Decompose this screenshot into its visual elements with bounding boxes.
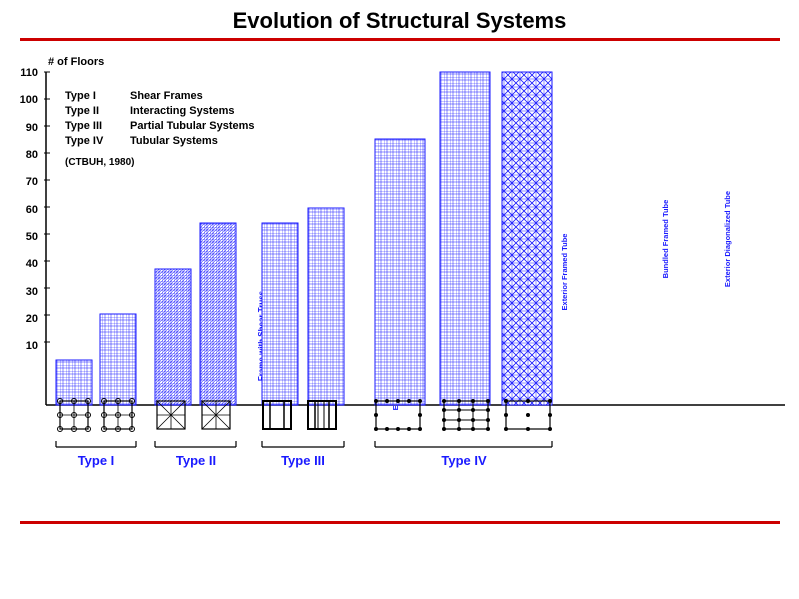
legend-type4-label: Type IV: [65, 135, 104, 147]
fp-ed-d1: [504, 399, 508, 403]
legend-type2-label: Type II: [65, 105, 99, 117]
bar7-label: Exterior Framed Tube: [560, 234, 569, 311]
page: Evolution of Structural Systems # of Flo…: [0, 0, 799, 599]
legend-type1-desc: Shear Frames: [130, 90, 203, 102]
y-tick-10: 10: [26, 340, 38, 352]
bottom-section: Type I Type II Type III Type IV: [0, 393, 799, 524]
fp-bu-d6: [457, 408, 461, 412]
type1-bottom-label: Type I: [78, 453, 115, 468]
y-tick-90: 90: [26, 122, 38, 134]
fp-end-channel1-left: [263, 401, 270, 429]
fp-ed-d7: [504, 427, 508, 431]
bar-frame-shear-truss: [155, 269, 191, 405]
y-tick-50: 50: [26, 231, 38, 243]
fp-ef-d7: [418, 413, 422, 417]
fp-ext-framed-outer: [376, 401, 420, 429]
fp-ef-d10: [396, 427, 400, 431]
fp-bu-d11: [471, 418, 475, 422]
legend-type4-desc: Tubular Systems: [130, 135, 218, 147]
fp-bu-d1: [442, 399, 446, 403]
legend-type2-desc: Interacting Systems: [130, 105, 235, 117]
bar-exterior-framed: [375, 139, 425, 405]
bar-bundled-framed: [440, 72, 490, 405]
y-tick-110: 110: [20, 67, 38, 79]
fp-bu-d10: [457, 418, 461, 422]
fp-ef-d6: [374, 413, 378, 417]
fp-bundled-outer: [444, 401, 488, 429]
floor-plans-svg: Type I Type II Type III Type IV: [0, 393, 799, 513]
legend-note: (CTBUH, 1980): [65, 157, 134, 168]
fp-ef-d1: [374, 399, 378, 403]
fp-ef-d2: [385, 399, 389, 403]
fp-ed-d4: [504, 413, 508, 417]
bar-exterior-diag: [502, 72, 552, 405]
fp-ef-d5: [418, 399, 422, 403]
fp-bu-d13: [442, 427, 446, 431]
fp-ed-d9: [548, 427, 552, 431]
top-red-line: [20, 38, 780, 41]
bar-end-channel-framed: [262, 223, 298, 405]
fp-ef-d4: [407, 399, 411, 403]
page-title: Evolution of Structural Systems: [0, 0, 799, 38]
y-tick-70: 70: [26, 176, 38, 188]
fp-bu-d12: [486, 418, 490, 422]
fp-ec2-mid: [318, 401, 324, 429]
type4-bottom-label: Type IV: [441, 453, 487, 468]
fp-bu-d16: [486, 427, 490, 431]
y-tick-80: 80: [26, 149, 38, 161]
y-tick-40: 40: [26, 258, 38, 270]
fp-end-channel1-outer: [263, 401, 291, 429]
y-axis-label: # of Floors: [48, 56, 104, 68]
bar-end-channel-middle: [308, 208, 344, 405]
fp-bu-d4: [486, 399, 490, 403]
y-tick-100: 100: [20, 94, 38, 106]
fp-end-channel1-right: [284, 401, 291, 429]
legend-type3-label: Type III: [65, 120, 102, 132]
legend-type1-label: Type I: [65, 90, 96, 102]
fp-ef-d8: [374, 427, 378, 431]
fp-ed-d6: [548, 413, 552, 417]
bar-frame-shear-band: [200, 223, 236, 405]
bar9-label: Exterior Diagonalized Tube: [723, 191, 732, 287]
bar8-label: Bundled Framed Tube: [661, 200, 670, 279]
y-tick-60: 60: [26, 204, 38, 216]
bar-rigid-frame: [100, 314, 136, 405]
y-tick-20: 20: [26, 313, 38, 325]
fp-ed-d2: [526, 399, 530, 403]
fp-ef-d12: [418, 427, 422, 431]
bottom-red-line: [20, 521, 780, 524]
fp-ec2-right: [329, 401, 336, 429]
fp-bu-d8: [486, 408, 490, 412]
fp-bu-d15: [471, 427, 475, 431]
chart-svg: # of Floors 110 100 90 80 70 60 50 40 30…: [0, 47, 799, 437]
y-tick-30: 30: [26, 286, 38, 298]
legend-type3-desc: Partial Tubular Systems: [130, 120, 255, 132]
fp-ef-d3: [396, 399, 400, 403]
fp-bu-d5: [442, 408, 446, 412]
fp-ed-d8: [526, 427, 530, 431]
fp-bu-d14: [457, 427, 461, 431]
fp-ef-d9: [385, 427, 389, 431]
fp-ef-d11: [407, 427, 411, 431]
fp-ec2-left: [308, 401, 315, 429]
bar-label-semi-rigid: Semi-Rigid: [0, 47, 22, 49]
fp-bu-d3: [471, 399, 475, 403]
fp-bu-d7: [471, 408, 475, 412]
fp-bu-d9: [442, 418, 446, 422]
type2-bottom-label: Type II: [176, 453, 216, 468]
fp-ed-d3: [548, 399, 552, 403]
fp-ed-d5: [526, 413, 530, 417]
fp-end-channel2-outer: [308, 401, 336, 429]
fp-bu-d2: [457, 399, 461, 403]
type3-bottom-label: Type III: [281, 453, 325, 468]
